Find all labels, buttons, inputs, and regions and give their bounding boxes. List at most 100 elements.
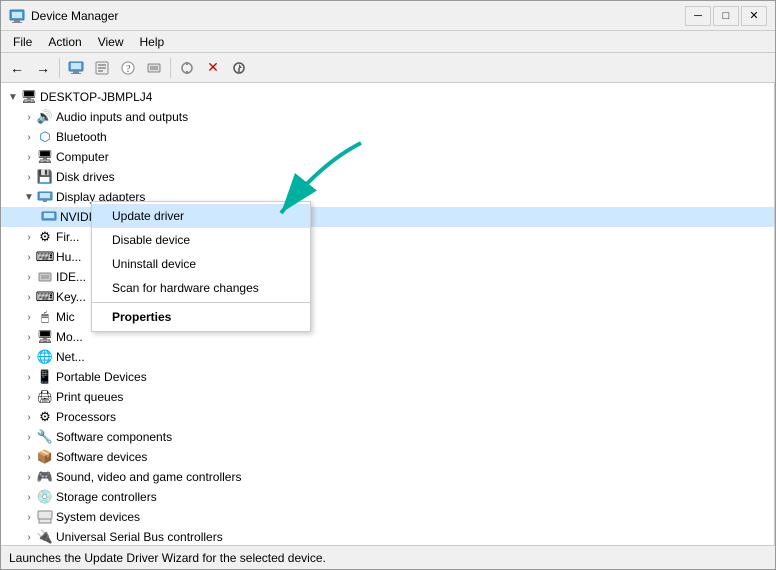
menu-file[interactable]: File	[5, 33, 40, 51]
processors-label: Processors	[56, 410, 116, 424]
ide-label: IDE...	[56, 270, 86, 284]
hid-label: Hu...	[56, 250, 81, 264]
bluetooth-expand[interactable]: ›	[21, 129, 37, 145]
usb-expand[interactable]: ›	[21, 529, 37, 545]
display-expand[interactable]: ▼	[21, 189, 37, 205]
tree-item-audio[interactable]: › 🔊 Audio inputs and outputs	[1, 107, 774, 127]
close-button[interactable]: ✕	[741, 6, 767, 26]
toolbar-driver[interactable]	[142, 56, 166, 80]
sw-comp-icon: 🔧	[37, 429, 53, 445]
disk-expand[interactable]: ›	[21, 169, 37, 185]
monitors-icon: 🖥	[37, 329, 53, 345]
tree-item-system[interactable]: › System devices	[1, 507, 774, 527]
ctx-scan-hardware[interactable]: Scan for hardware changes	[92, 276, 310, 300]
sound-expand[interactable]: ›	[21, 469, 37, 485]
toolbar-computer[interactable]	[64, 56, 88, 80]
monitors-expand[interactable]: ›	[21, 329, 37, 345]
toolbar-delete[interactable]: ✕	[201, 56, 225, 80]
tree-item-disk[interactable]: › 💾 Disk drives	[1, 167, 774, 187]
ide-expand[interactable]: ›	[21, 269, 37, 285]
ctx-uninstall-device[interactable]: Uninstall device	[92, 252, 310, 276]
tree-item-sw-comp[interactable]: › 🔧 Software components	[1, 427, 774, 447]
storage-icon: 💿	[37, 489, 53, 505]
toolbar-help[interactable]: ?	[116, 56, 140, 80]
firmware-label: Fir...	[56, 230, 79, 244]
print-icon: 🖨	[37, 389, 53, 405]
ctx-update-driver[interactable]: Update driver	[92, 204, 310, 228]
sound-icon: 🎮	[37, 469, 53, 485]
network-icon: 🌐	[37, 349, 53, 365]
tree-item-network[interactable]: › 🌐 Net...	[1, 347, 774, 367]
nvidia-icon	[41, 209, 57, 225]
audio-label: Audio inputs and outputs	[56, 110, 188, 124]
toolbar-sep-2	[170, 58, 171, 78]
processors-expand[interactable]: ›	[21, 409, 37, 425]
firmware-expand[interactable]: ›	[21, 229, 37, 245]
keyboards-expand[interactable]: ›	[21, 289, 37, 305]
sw-dev-expand[interactable]: ›	[21, 449, 37, 465]
system-label: System devices	[56, 510, 140, 524]
tree-root[interactable]: ▼ 🖥 DESKTOP-JBMPLJ4	[1, 87, 774, 107]
mice-icon: 🖱	[37, 309, 53, 325]
hid-expand[interactable]: ›	[21, 249, 37, 265]
context-menu: Update driver Disable device Uninstall d…	[91, 201, 311, 332]
processors-icon: ⚙	[37, 409, 53, 425]
sw-dev-icon: 📦	[37, 449, 53, 465]
mice-expand[interactable]: ›	[21, 309, 37, 325]
network-label: Net...	[56, 350, 85, 364]
system-expand[interactable]: ›	[21, 509, 37, 525]
firmware-icon: ⚙	[37, 229, 53, 245]
hid-icon: ⌨	[37, 249, 53, 265]
toolbar-scan[interactable]	[175, 56, 199, 80]
window-controls: ─ □ ✕	[685, 6, 767, 26]
tree-item-sound[interactable]: › 🎮 Sound, video and game controllers	[1, 467, 774, 487]
device-manager-window: Device Manager ─ □ ✕ File Action View He…	[0, 0, 776, 570]
toolbar-update[interactable]	[227, 56, 251, 80]
tree-item-usb[interactable]: › 🔌 Universal Serial Bus controllers	[1, 527, 774, 545]
tree-item-bluetooth[interactable]: › ⬡ Bluetooth	[1, 127, 774, 147]
menu-view[interactable]: View	[90, 33, 132, 51]
root-expand[interactable]: ▼	[5, 89, 21, 105]
disk-icon: 💾	[37, 169, 53, 185]
tree-item-sw-dev[interactable]: › 📦 Software devices	[1, 447, 774, 467]
tree-item-storage[interactable]: › 💿 Storage controllers	[1, 487, 774, 507]
ctx-properties[interactable]: Properties	[92, 305, 310, 329]
network-expand[interactable]: ›	[21, 349, 37, 365]
keyboards-icon: ⌨	[37, 289, 53, 305]
audio-icon: 🔊	[37, 109, 53, 125]
toolbar-forward[interactable]: →	[31, 56, 55, 80]
toolbar: ← → ? ✕	[1, 53, 775, 83]
tree-item-portable[interactable]: › 📱 Portable Devices	[1, 367, 774, 387]
disk-label: Disk drives	[56, 170, 115, 184]
sw-comp-expand[interactable]: ›	[21, 429, 37, 445]
computer-item-icon: 🖥	[37, 149, 53, 165]
tree-item-print[interactable]: › 🖨 Print queues	[1, 387, 774, 407]
tree-item-processors[interactable]: › ⚙ Processors	[1, 407, 774, 427]
computer-icon: 🖥	[21, 89, 37, 105]
toolbar-back[interactable]: ←	[5, 56, 29, 80]
window-icon	[9, 8, 25, 24]
ctx-separator	[92, 302, 310, 303]
storage-expand[interactable]: ›	[21, 489, 37, 505]
main-content: ▼ 🖥 DESKTOP-JBMPLJ4 › 🔊 Audio inputs and…	[1, 83, 775, 545]
minimize-button[interactable]: ─	[685, 6, 711, 26]
computer-expand[interactable]: ›	[21, 149, 37, 165]
tree-item-computer[interactable]: › 🖥 Computer	[1, 147, 774, 167]
print-expand[interactable]: ›	[21, 389, 37, 405]
portable-expand[interactable]: ›	[21, 369, 37, 385]
mice-label: Mic	[56, 310, 75, 324]
status-bar: Launches the Update Driver Wizard for th…	[1, 545, 775, 569]
ctx-disable-device[interactable]: Disable device	[92, 228, 310, 252]
toolbar-properties[interactable]	[90, 56, 114, 80]
root-label: DESKTOP-JBMPLJ4	[40, 90, 152, 104]
sw-dev-label: Software devices	[56, 450, 147, 464]
portable-icon: 📱	[37, 369, 53, 385]
svg-text:?: ?	[126, 64, 131, 75]
system-icon	[37, 509, 53, 525]
maximize-button[interactable]: □	[713, 6, 739, 26]
menu-help[interactable]: Help	[132, 33, 173, 51]
audio-expand[interactable]: ›	[21, 109, 37, 125]
status-text: Launches the Update Driver Wizard for th…	[9, 551, 326, 565]
menu-action[interactable]: Action	[40, 33, 89, 51]
usb-icon: 🔌	[37, 529, 53, 545]
